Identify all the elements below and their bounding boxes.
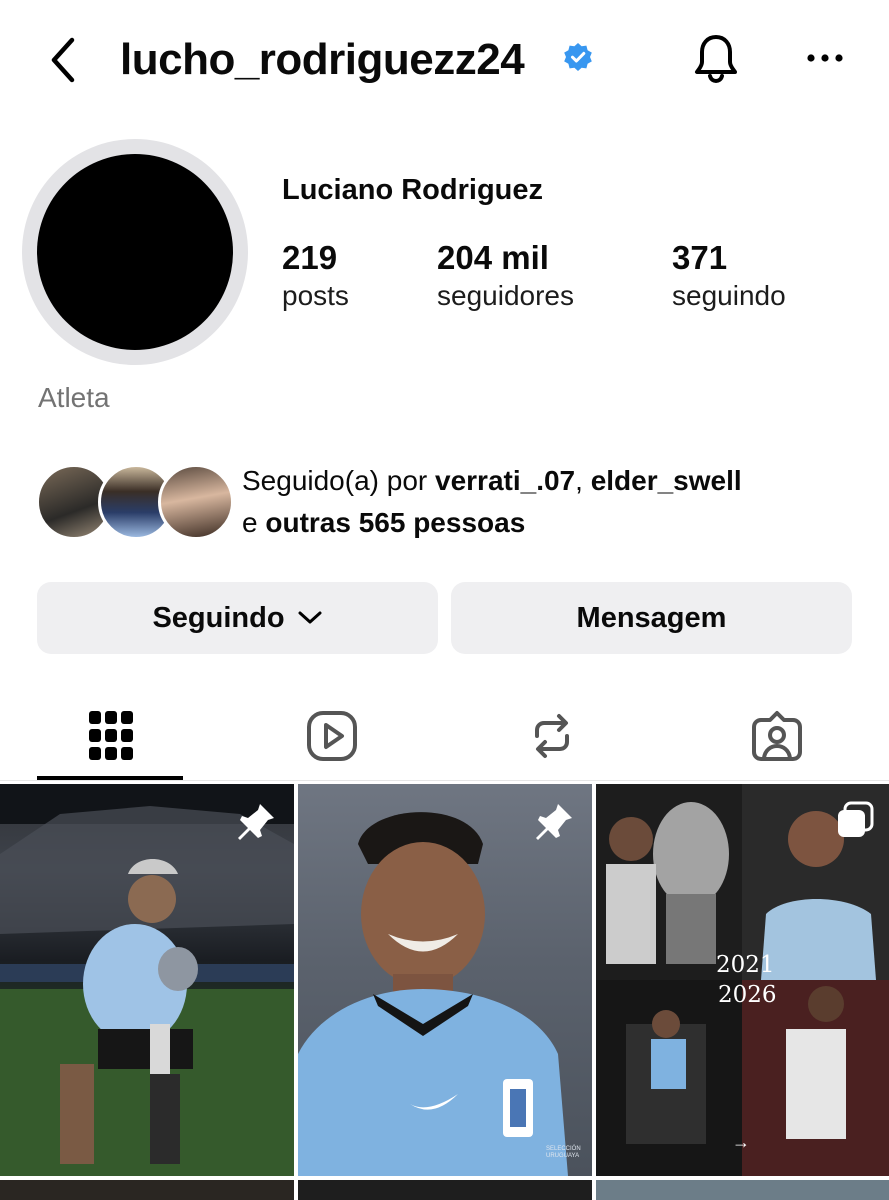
following-count[interactable]: 371 seguindo [672,238,786,314]
posts-count[interactable]: 219 posts [282,238,349,314]
message-button-label: Mensagem [576,601,727,634]
tab-tagged[interactable] [703,700,851,772]
profile-username: lucho_rodriguezz24 [120,35,525,84]
post-year: 2026 [718,982,777,1008]
tab-reposts[interactable] [478,700,626,772]
post-thumbnail[interactable] [298,1180,592,1200]
post-thumbnail[interactable]: SELECCIÓN URUGUAYA [298,784,592,1176]
more-options-button[interactable] [800,28,850,88]
back-button[interactable] [40,30,86,90]
tab-reels[interactable] [258,700,406,772]
chevron-left-icon [51,37,75,83]
bell-icon [695,35,737,84]
notifications-button[interactable] [688,28,744,88]
followed-by-text[interactable]: Seguido(a) por verrati_.07, elder_swell … [242,460,862,544]
post-year: 2021 [716,952,775,978]
tagged-person-icon [752,711,802,761]
more-horizontal-icon [807,54,843,62]
post-image [596,784,889,1176]
post-arrow: → [732,1132,750,1152]
profile-category: Atleta [38,382,110,413]
stat-value: 219 [282,239,338,276]
mutual-user-link[interactable]: elder_swell [591,465,742,496]
stat-label: seguindo [672,280,786,311]
stat-label: posts [282,280,349,311]
post-thumbnail[interactable]: 2021 2026 → [596,784,889,1176]
repost-icon [535,714,569,758]
tab-posts[interactable] [37,700,185,772]
verified-badge-icon [564,43,592,71]
following-button[interactable]: Seguindo [37,582,438,654]
post-thumbnail[interactable] [0,1180,294,1200]
post-thumbnail[interactable] [596,1180,889,1200]
post-caption: SELECCIÓN URUGUAYA [546,1146,581,1159]
mutual-user-link[interactable]: verrati_.07 [435,465,575,496]
tab-divider [0,780,889,781]
others-link[interactable]: outras 565 pessoas [265,507,525,538]
avatar[interactable] [37,154,233,350]
pin-icon [238,804,274,840]
pin-icon [536,804,572,840]
message-button[interactable]: Mensagem [451,582,852,654]
profile-full-name: Luciano Rodriguez [282,174,543,206]
followed-by-prefix: Seguido(a) por [242,465,436,496]
grid-icon [89,711,133,760]
reels-icon [307,711,357,761]
mutual-follower-avatar[interactable] [158,464,234,540]
chevron-down-icon [298,611,322,624]
carousel-icon [838,801,874,837]
stat-value: 371 [672,239,728,276]
followers-count[interactable]: 204 mil seguidores [437,238,574,314]
post-thumbnail[interactable] [0,784,294,1176]
stat-value: 204 mil [437,239,549,276]
and-text: e [242,507,266,538]
following-button-label: Seguindo [152,601,285,634]
stat-label: seguidores [437,280,574,311]
separator: , [575,465,591,496]
